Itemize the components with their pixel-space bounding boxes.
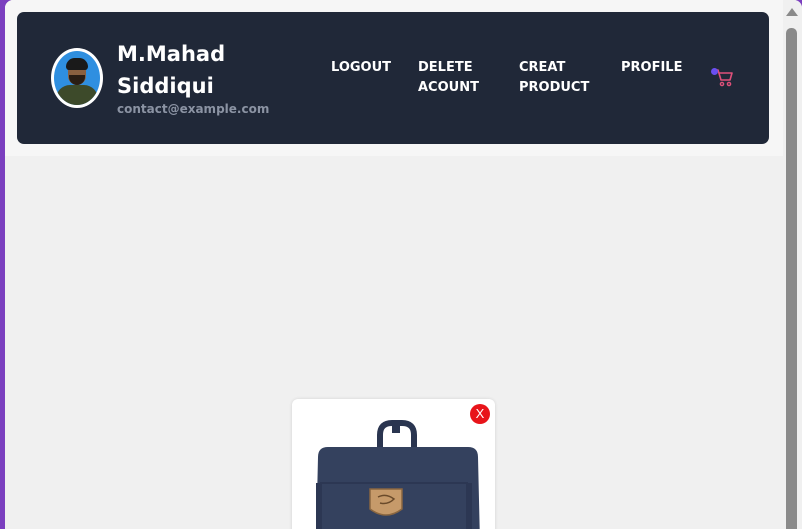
create-product-link[interactable]: CREAT PRODUCT [519, 58, 599, 98]
cart-badge [711, 68, 718, 75]
cart-button[interactable] [711, 66, 735, 88]
user-name: M.Mahad Siddiqui [117, 42, 226, 98]
product-card[interactable]: X [292, 399, 495, 529]
avatar [51, 48, 103, 108]
header: M.Mahad Siddiqui contact@example.com LOG… [5, 0, 783, 156]
user-email: contact@example.com [117, 102, 270, 116]
delete-account-link[interactable]: DELETE ACOUNT [418, 58, 498, 98]
navbar: M.Mahad Siddiqui contact@example.com LOG… [17, 12, 769, 144]
scrollbar-thumb[interactable] [786, 28, 797, 529]
vertical-scrollbar[interactable] [783, 0, 802, 529]
app-viewport: M.Mahad Siddiqui contact@example.com LOG… [5, 0, 802, 529]
profile-link[interactable]: PROFILE [621, 58, 682, 78]
scroll-up-icon[interactable] [786, 8, 798, 16]
avatar-photo [54, 51, 100, 105]
logout-link[interactable]: LOGOUT [331, 58, 391, 78]
product-image [316, 420, 480, 529]
